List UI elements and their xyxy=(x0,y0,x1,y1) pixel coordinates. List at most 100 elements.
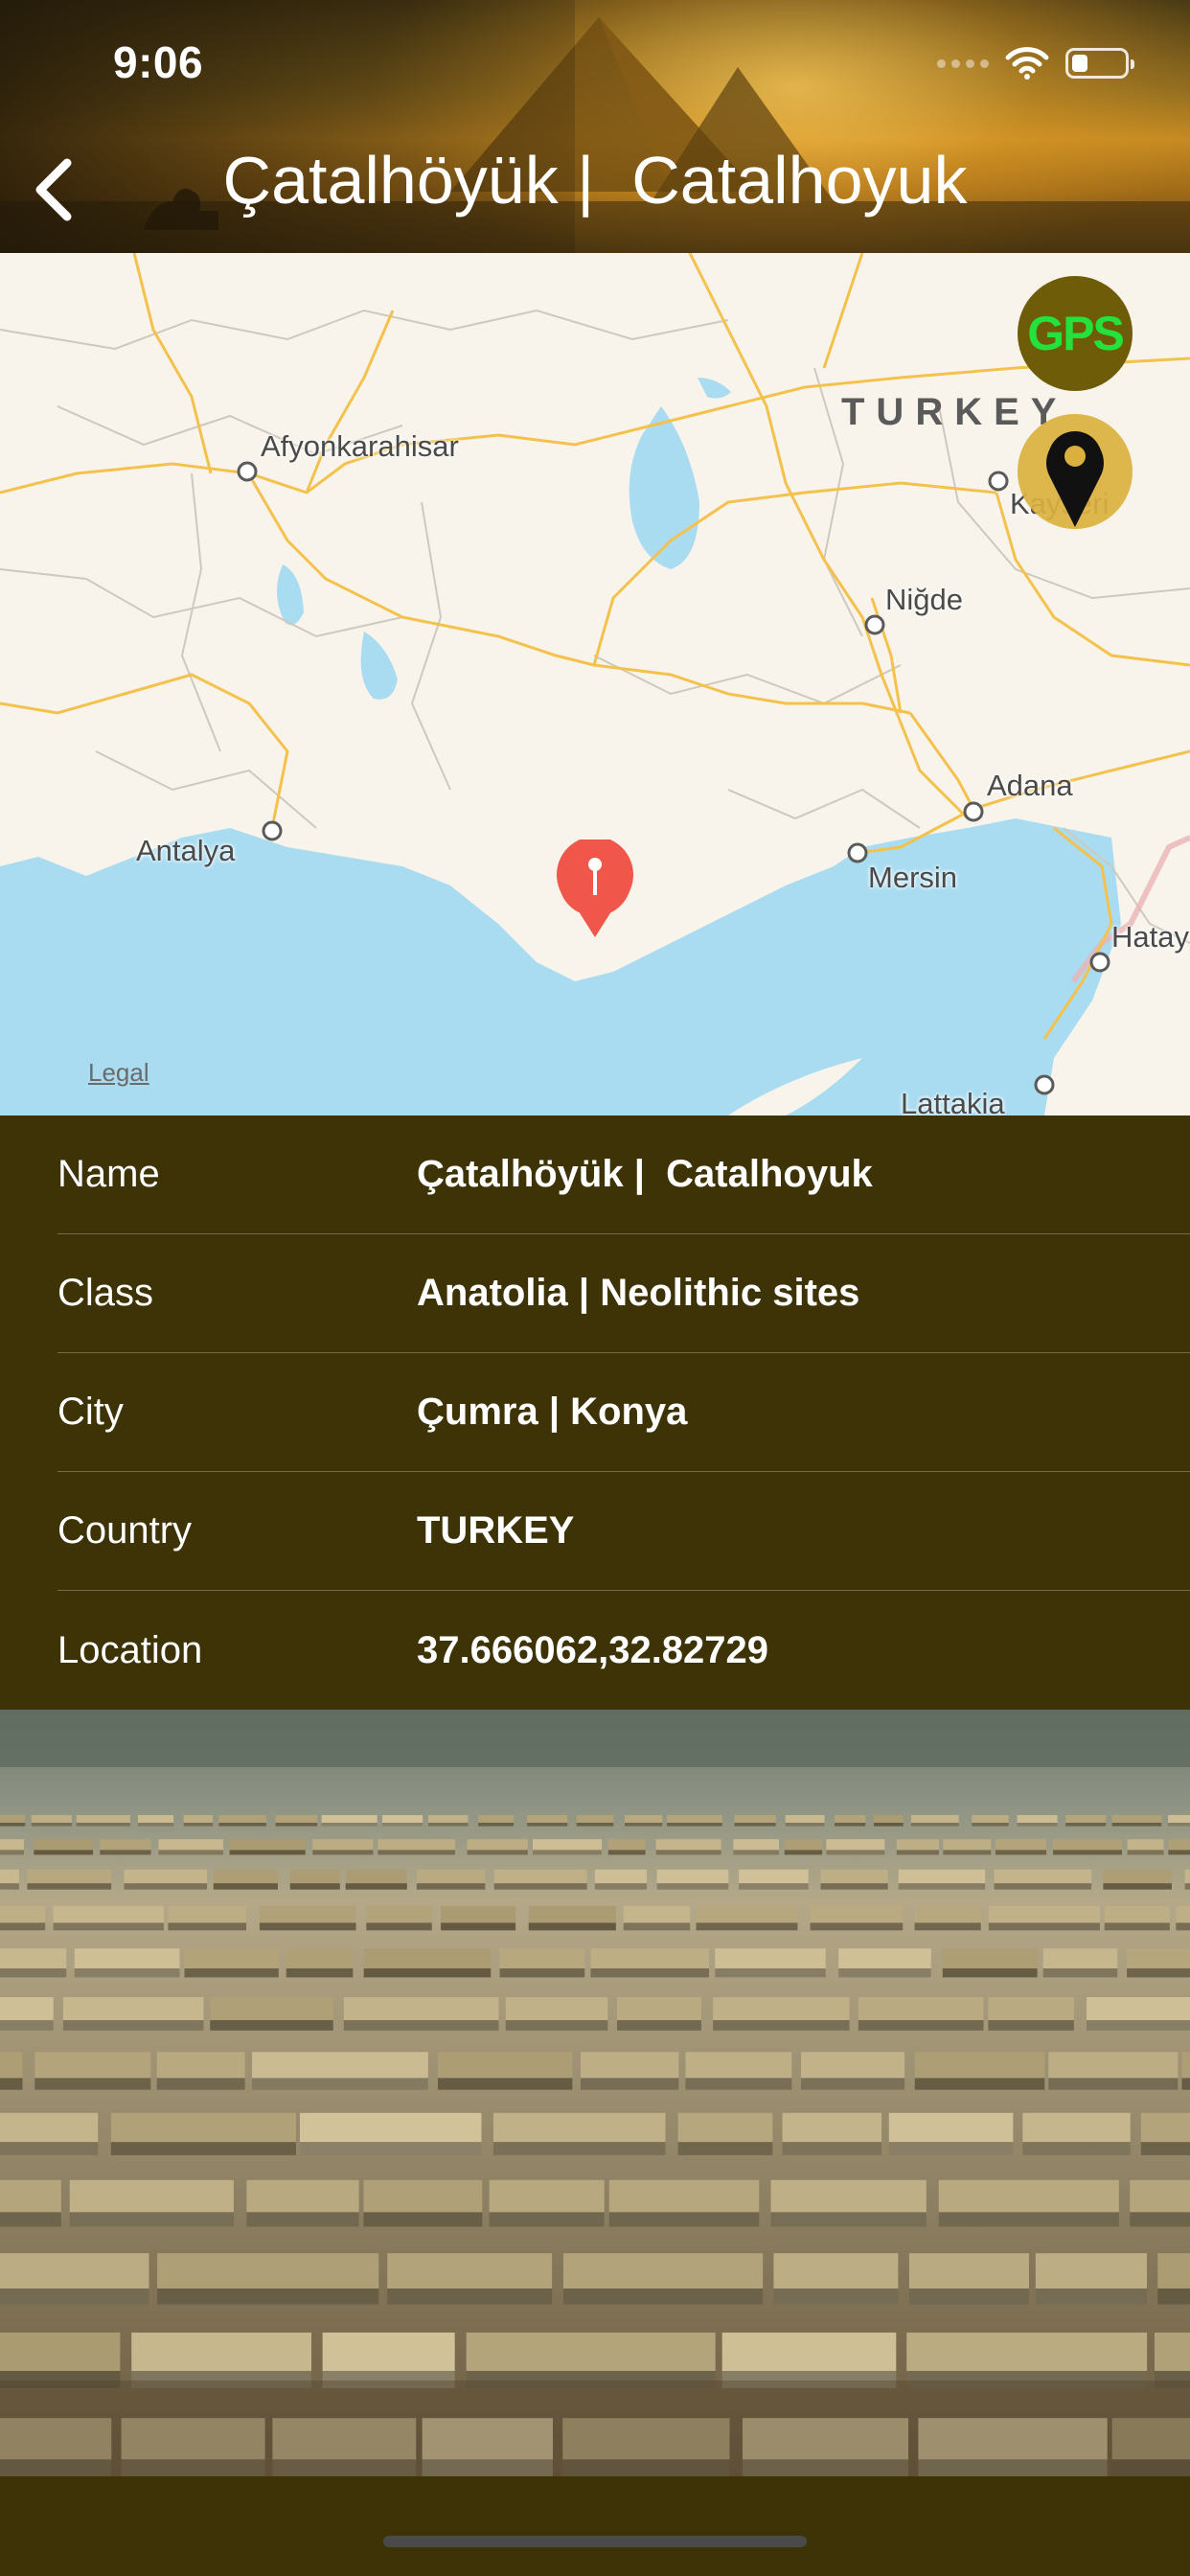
rooftop-block-shadow xyxy=(942,1968,1038,1978)
status-icons xyxy=(937,44,1134,82)
location-button[interactable] xyxy=(1018,414,1133,529)
row-label: Class xyxy=(57,1272,154,1314)
rooftop-block xyxy=(898,1869,986,1884)
rooftop-block xyxy=(322,2333,455,2371)
rooftop-block xyxy=(53,1905,164,1923)
rooftop-block-shadow xyxy=(623,1922,691,1931)
rooftop-block-shadow xyxy=(580,2078,679,2090)
rooftop-block xyxy=(27,1869,112,1884)
rooftop-block xyxy=(74,1948,180,1968)
rooftop-block xyxy=(1022,2112,1131,2143)
rooftop-block xyxy=(428,1815,469,1823)
row-label: Location xyxy=(57,1628,203,1671)
rooftop-block-shadow xyxy=(0,2288,149,2305)
rooftop-block-shadow xyxy=(321,1823,378,1827)
rooftop-block-shadow xyxy=(733,1850,780,1855)
rooftop-block-shadow xyxy=(184,1968,279,1978)
legal-link[interactable]: Legal xyxy=(88,1058,149,1088)
rooftop-block xyxy=(580,2052,679,2079)
rooftop-block xyxy=(366,1905,432,1923)
rooftop-block xyxy=(183,1815,214,1823)
rooftop-block-shadow xyxy=(27,1883,112,1890)
rooftop-block-shadow xyxy=(210,2020,333,2031)
rooftop-block xyxy=(0,2333,121,2371)
rooftop-block-shadow xyxy=(576,1823,614,1827)
rooftop-block-shadow xyxy=(0,1922,46,1931)
rooftop-block xyxy=(562,2253,764,2288)
rooftop-block-shadow xyxy=(1157,2288,1190,2305)
rooftop-block xyxy=(387,2253,553,2288)
rooftop-block xyxy=(0,2179,61,2213)
rooftop-block xyxy=(590,1948,709,1968)
rooftop-block xyxy=(782,2112,882,2143)
map-pin-icon[interactable] xyxy=(554,840,636,939)
navigation-header: 9:06 Çatalhöyük | Catalhoyuk xyxy=(0,0,1190,253)
rooftop-block xyxy=(378,1839,455,1851)
rooftop-block-shadow xyxy=(677,2142,773,2155)
rooftop-block xyxy=(137,1815,174,1823)
details-table: Name Çatalhöyük | Catalhoyuk Class Anato… xyxy=(0,1116,1190,1710)
rooftop-block-shadow xyxy=(0,2212,61,2227)
rooftop-block xyxy=(810,1905,904,1923)
rooftop-block xyxy=(838,1948,931,1968)
rooftop-block-shadow xyxy=(124,1883,208,1890)
rooftop-block xyxy=(31,1815,72,1823)
rooftop-block-shadow xyxy=(1140,2142,1190,2155)
rooftop-block xyxy=(345,1869,407,1884)
rooftop-block-shadow xyxy=(0,1850,24,1855)
rooftop-block xyxy=(655,1839,721,1851)
page-title: Çatalhöyük | Catalhoyuk xyxy=(222,143,968,218)
rooftop-block-shadow xyxy=(62,2020,204,2031)
rooftop-block-shadow xyxy=(0,1968,67,1978)
rooftop-block xyxy=(995,1839,1047,1851)
rooftop-block-shadow xyxy=(972,1823,1009,1827)
rooftop-block-shadow xyxy=(1103,1883,1172,1890)
rooftop-block-shadow xyxy=(1168,1850,1190,1855)
rooftop-block-shadow xyxy=(289,1883,340,1890)
rooftop-block xyxy=(858,1997,984,2020)
rooftop-block-shadow xyxy=(259,1922,356,1931)
rooftop-block-shadow xyxy=(938,2212,1119,2227)
rooftop-block xyxy=(1048,2052,1179,2079)
rooftop-block xyxy=(0,2253,149,2288)
rooftop-block xyxy=(784,1839,823,1851)
rooftop-block xyxy=(528,1905,616,1923)
rooftop-block-shadow xyxy=(416,1883,486,1890)
rooftop-block-shadow xyxy=(0,1823,26,1827)
rooftop-block xyxy=(734,1815,776,1823)
rooftop-block xyxy=(505,1997,608,2020)
map-city-label: Afyonkarahisar xyxy=(261,429,459,463)
gps-button[interactable]: GPS xyxy=(1018,276,1133,391)
rooftop-block-shadow xyxy=(896,1850,939,1855)
rooftop-block xyxy=(1130,2179,1190,2213)
rooftop-block xyxy=(988,1997,1074,2020)
rooftop-block xyxy=(677,2112,773,2143)
rooftop-block-shadow xyxy=(437,2078,573,2090)
rooftop-block xyxy=(229,1839,306,1851)
map-city-label: Antalya xyxy=(136,834,236,867)
rooftop-block xyxy=(437,2052,573,2079)
rooftop-block-shadow xyxy=(616,2020,701,2031)
map-view[interactable]: TURKEY Afyonkarahisar Niğde Kayseri Adan… xyxy=(0,253,1190,1116)
rooftop-block xyxy=(416,1869,486,1884)
rooftop-block xyxy=(739,1869,809,1884)
row-value: Anatolia | Neolithic sites xyxy=(417,1272,860,1314)
rooftop-block xyxy=(124,1869,208,1884)
rooftop-block xyxy=(1035,2253,1148,2288)
site-photo xyxy=(0,1710,1190,2476)
rooftop-block xyxy=(184,1948,279,1968)
rooftop-block xyxy=(594,1869,647,1884)
rooftop-block-shadow xyxy=(713,2020,850,2031)
map-base xyxy=(0,253,1190,1116)
rooftop-block xyxy=(213,1869,278,1884)
rooftop-block xyxy=(1053,1839,1123,1851)
home-indicator[interactable] xyxy=(383,2536,807,2547)
rooftop-block-shadow xyxy=(1065,1823,1107,1827)
rooftop-block xyxy=(685,2052,792,2079)
row-label: Country xyxy=(57,1509,193,1552)
rooftop-block xyxy=(0,1997,54,2020)
cellular-signal-icon xyxy=(937,58,989,68)
status-time: 9:06 xyxy=(113,37,204,87)
rooftop-block-shadow xyxy=(428,1823,469,1827)
rooftop-block xyxy=(1104,1905,1170,1923)
